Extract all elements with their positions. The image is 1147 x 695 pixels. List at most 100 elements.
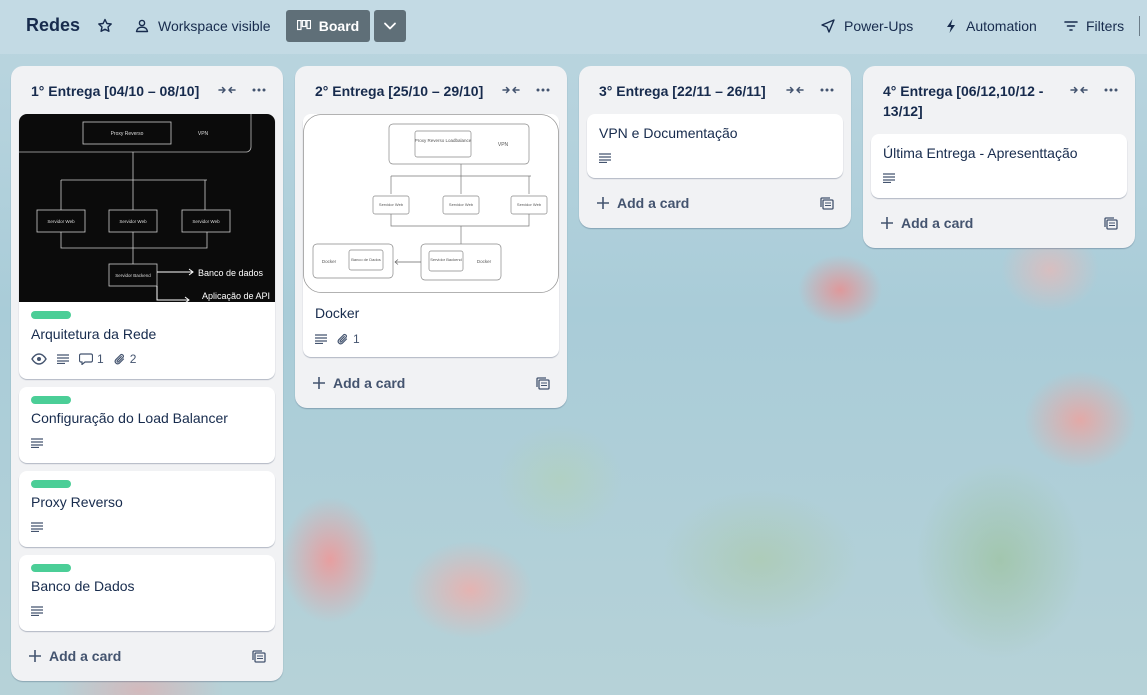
add-card-label: Add a card — [901, 215, 974, 231]
list-menu-button[interactable] — [1101, 82, 1121, 98]
card-cover-diagram: Proxy Reverso Loadbalance VPN Servidor W… — [303, 114, 559, 294]
more-icon — [1104, 88, 1118, 92]
add-card-button[interactable]: Add a card — [881, 215, 973, 231]
green-label[interactable] — [31, 311, 71, 319]
list-title[interactable]: 4° Entrega [06/12,10/12 - 13/12] — [883, 81, 1043, 121]
rocket-icon — [821, 19, 835, 33]
board-view-label: Board — [318, 18, 360, 34]
automation-button[interactable]: Automation — [938, 10, 1043, 42]
list-title[interactable]: 1° Entrega [04/10 – 08/10] — [31, 81, 199, 101]
plus-icon — [29, 650, 41, 662]
description-icon — [883, 173, 895, 183]
list-menu-button[interactable] — [533, 82, 553, 98]
filter-icon — [1064, 21, 1078, 31]
add-card-label: Add a card — [49, 648, 122, 664]
create-from-template-button[interactable] — [1104, 217, 1120, 233]
more-icon — [536, 88, 550, 92]
collapse-list-button[interactable] — [1069, 82, 1089, 98]
board-title[interactable]: Redes — [26, 15, 80, 36]
green-label[interactable] — [31, 564, 71, 572]
diagram-web1-label: Servidor Web — [379, 202, 404, 207]
card-load-balancer[interactable]: Configuração do Load Balancer — [19, 387, 275, 463]
list-title-line-1: 4° Entrega [06/12,10/12 - — [883, 83, 1044, 99]
diagram-web2-label: Servidor Web — [449, 202, 474, 207]
visibility-label: Workspace visible — [158, 18, 271, 34]
visibility-button[interactable]: Workspace visible — [128, 10, 277, 42]
collapse-arrows-icon — [218, 86, 236, 94]
card-ultima-entrega[interactable]: Última Entrega - Apresenttação — [871, 134, 1127, 198]
list-2: 2° Entrega [25/10 – 29/10] Proxy Reverso… — [295, 66, 567, 408]
description-icon — [31, 522, 43, 532]
plus-icon — [881, 217, 893, 229]
description-badge — [31, 606, 43, 616]
add-card-label: Add a card — [333, 375, 406, 391]
board-icon — [296, 20, 311, 31]
description-badge — [883, 173, 895, 183]
board-view-button[interactable]: Board — [286, 10, 370, 42]
template-icon — [536, 377, 550, 390]
description-icon — [315, 334, 327, 344]
comments-count: 1 — [97, 352, 104, 366]
card-title: VPN e Documentação — [599, 125, 738, 141]
card-badges: 1 2 — [31, 352, 136, 366]
diagram-api-label: Aplicação de API — [202, 291, 270, 301]
add-card-button[interactable]: Add a card — [597, 195, 689, 211]
collapse-list-button[interactable] — [501, 82, 521, 98]
green-label[interactable] — [31, 396, 71, 404]
diagram-proxy-label: Proxy Reverso — [111, 131, 144, 137]
diagram-vpn-label: VPN — [198, 131, 209, 137]
diagram-backend-label: Servidor Backend — [430, 257, 462, 262]
create-from-template-button[interactable] — [252, 650, 268, 666]
collapse-arrows-icon — [1070, 86, 1088, 94]
powerups-button[interactable]: Power-Ups — [814, 10, 919, 42]
diagram-web2-label: Servidor Web — [119, 219, 147, 224]
card-badges — [883, 173, 895, 183]
card-banco-de-dados[interactable]: Banco de Dados — [19, 555, 275, 631]
diagram-backend-label: Servidor Backend — [115, 273, 151, 278]
filters-button[interactable]: Filters — [1058, 10, 1130, 42]
list-title[interactable]: 3° Entrega [22/11 – 26/11] — [599, 81, 766, 101]
card-badges — [31, 522, 43, 532]
diagram-web1-label: Servidor Web — [47, 219, 75, 224]
diagram-db-label: Banco de dados — [198, 268, 264, 278]
description-icon — [57, 354, 69, 364]
automation-label: Automation — [966, 18, 1037, 34]
star-icon — [98, 18, 112, 32]
star-board-button[interactable] — [92, 10, 118, 42]
list-3: 3° Entrega [22/11 – 26/11] VPN e Documen… — [579, 66, 851, 228]
description-icon — [31, 606, 43, 616]
workspace-people-icon — [135, 19, 149, 33]
list-menu-button[interactable] — [249, 82, 269, 98]
add-card-button[interactable]: Add a card — [29, 648, 121, 664]
template-icon — [252, 650, 266, 663]
more-icon — [252, 88, 266, 92]
lightning-icon — [947, 19, 955, 33]
card-arquitetura-da-rede[interactable]: Proxy Reverso VPN Servidor Web Servidor … — [19, 114, 275, 379]
paperclip-icon — [114, 353, 124, 364]
docker-diagram: Proxy Reverso Loadbalance VPN Servidor W… — [303, 114, 559, 293]
attachments-badge: 2 — [114, 352, 136, 366]
diagram-web3-label: Servidor Web — [192, 219, 220, 224]
card-vpn-documentacao[interactable]: VPN e Documentação — [587, 114, 843, 178]
card-title: Última Entrega - Apresenttação — [883, 145, 1078, 161]
chevron-down-icon — [384, 22, 396, 30]
card-docker[interactable]: Proxy Reverso Loadbalance VPN Servidor W… — [303, 114, 559, 357]
card-cover-diagram: Proxy Reverso VPN Servidor Web Servidor … — [19, 114, 275, 304]
description-badge — [599, 153, 611, 163]
collapse-list-button[interactable] — [785, 82, 805, 98]
description-icon — [599, 153, 611, 163]
description-badge — [57, 354, 69, 364]
green-label[interactable] — [31, 480, 71, 488]
list-title[interactable]: 2° Entrega [25/10 – 29/10] — [315, 81, 483, 101]
create-from-template-button[interactable] — [820, 197, 836, 213]
add-card-button[interactable]: Add a card — [313, 375, 405, 391]
view-switcher-button[interactable] — [374, 10, 406, 42]
collapse-list-button[interactable] — [217, 82, 237, 98]
list-menu-button[interactable] — [817, 82, 837, 98]
diagram-docker1-label: Docker — [322, 259, 337, 264]
create-from-template-button[interactable] — [536, 377, 552, 393]
plus-icon — [313, 377, 325, 389]
attachments-count: 1 — [353, 332, 360, 346]
network-diagram: Proxy Reverso VPN Servidor Web Servidor … — [19, 114, 270, 304]
card-proxy-reverso[interactable]: Proxy Reverso — [19, 471, 275, 547]
